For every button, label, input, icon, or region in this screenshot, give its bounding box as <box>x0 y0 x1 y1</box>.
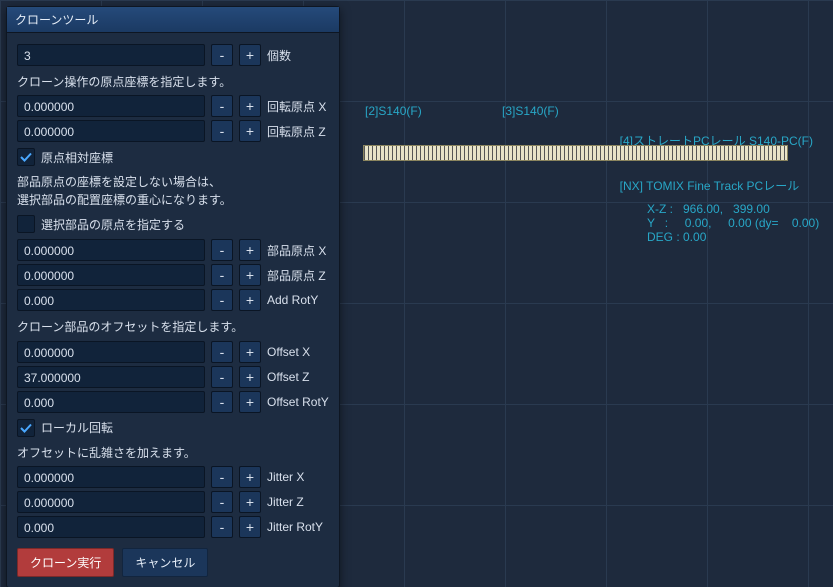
add-roty-increment[interactable]: + <box>239 289 261 311</box>
jitter-help-text: オフセットに乱雑さを加えます。 <box>17 445 329 462</box>
part-origin-x-increment[interactable]: + <box>239 239 261 261</box>
check-icon <box>20 422 32 434</box>
local-rotation-checkbox[interactable] <box>17 419 35 437</box>
jitter-x-label: Jitter X <box>267 470 329 484</box>
jitter-x-input[interactable]: 0.000000 <box>17 466 205 488</box>
rot-origin-z-input[interactable]: 0.000000 <box>17 120 205 142</box>
cancel-button[interactable]: キャンセル <box>122 548 208 577</box>
part-origin-x-input[interactable]: 0.000000 <box>17 239 205 261</box>
part-origin-help-text: 部品原点の座標を設定しない場合は、 選択部品の配置座標の重心になります。 <box>17 174 329 209</box>
rot-origin-x-increment[interactable]: + <box>239 95 261 117</box>
count-label: 個数 <box>267 47 329 64</box>
specify-part-origin-checkbox[interactable] <box>17 215 35 233</box>
offset-z-input[interactable]: 37.000000 <box>17 366 205 388</box>
coordinate-readout: X-Z : 966.00, 399.00 Y : 0.00, 0.00 (dy=… <box>647 202 819 244</box>
offset-z-decrement[interactable]: - <box>211 366 233 388</box>
rot-origin-z-label: 回転原点 Z <box>267 123 329 140</box>
jitter-x-increment[interactable]: + <box>239 466 261 488</box>
add-roty-label: Add RotY <box>267 293 329 307</box>
rot-origin-x-input[interactable]: 0.000000 <box>17 95 205 117</box>
rail-piece[interactable] <box>363 145 788 161</box>
offset-z-label: Offset Z <box>267 370 329 384</box>
jitter-roty-increment[interactable]: + <box>239 516 261 538</box>
part-origin-x-label: 部品原点 X <box>267 242 329 259</box>
jitter-roty-decrement[interactable]: - <box>211 516 233 538</box>
relative-origin-label: 原点相対座標 <box>41 149 113 166</box>
part-origin-z-increment[interactable]: + <box>239 264 261 286</box>
offset-roty-increment[interactable]: + <box>239 391 261 413</box>
part-origin-x-decrement[interactable]: - <box>211 239 233 261</box>
clone-tool-panel: クローンツール 3 - + 個数 クローン操作の原点座標を指定します。 0.00… <box>6 6 340 587</box>
origin-help-text: クローン操作の原点座標を指定します。 <box>17 74 329 91</box>
offset-help-text: クローン部品のオフセットを指定します。 <box>17 319 329 336</box>
count-input[interactable]: 3 <box>17 44 205 66</box>
offset-x-decrement[interactable]: - <box>211 341 233 363</box>
jitter-z-decrement[interactable]: - <box>211 491 233 513</box>
add-roty-input[interactable]: 0.000 <box>17 289 205 311</box>
offset-roty-label: Offset RotY <box>267 395 329 409</box>
rot-origin-z-decrement[interactable]: - <box>211 120 233 142</box>
local-rotation-label: ローカル回転 <box>41 419 113 436</box>
offset-x-label: Offset X <box>267 345 329 359</box>
part-origin-z-input[interactable]: 0.000000 <box>17 264 205 286</box>
execute-button[interactable]: クローン実行 <box>17 548 114 577</box>
panel-title[interactable]: クローンツール <box>7 7 339 33</box>
relative-origin-checkbox[interactable] <box>17 148 35 166</box>
check-icon <box>20 151 32 163</box>
offset-z-increment[interactable]: + <box>239 366 261 388</box>
rail-label-4-line2: [NX] TOMIX Fine Track PCレール <box>620 177 813 194</box>
jitter-roty-input[interactable]: 0.000 <box>17 516 205 538</box>
rot-origin-z-increment[interactable]: + <box>239 120 261 142</box>
rail-label-4: [4]ストレートPCレール S140-PC(F) [NX] TOMIX Fine… <box>620 104 813 222</box>
jitter-x-decrement[interactable]: - <box>211 466 233 488</box>
part-origin-z-decrement[interactable]: - <box>211 264 233 286</box>
rail-label-3: [3]S140(F) <box>502 104 559 118</box>
jitter-z-increment[interactable]: + <box>239 491 261 513</box>
part-origin-z-label: 部品原点 Z <box>267 267 329 284</box>
rot-origin-x-decrement[interactable]: - <box>211 95 233 117</box>
count-decrement[interactable]: - <box>211 44 233 66</box>
offset-x-input[interactable]: 0.000000 <box>17 341 205 363</box>
jitter-z-label: Jitter Z <box>267 495 329 509</box>
add-roty-decrement[interactable]: - <box>211 289 233 311</box>
specify-part-origin-label: 選択部品の原点を指定する <box>41 216 185 233</box>
count-increment[interactable]: + <box>239 44 261 66</box>
rail-label-2: [2]S140(F) <box>365 104 422 118</box>
offset-roty-decrement[interactable]: - <box>211 391 233 413</box>
offset-x-increment[interactable]: + <box>239 341 261 363</box>
offset-roty-input[interactable]: 0.000 <box>17 391 205 413</box>
jitter-roty-label: Jitter RotY <box>267 520 329 534</box>
jitter-z-input[interactable]: 0.000000 <box>17 491 205 513</box>
rot-origin-x-label: 回転原点 X <box>267 98 329 115</box>
